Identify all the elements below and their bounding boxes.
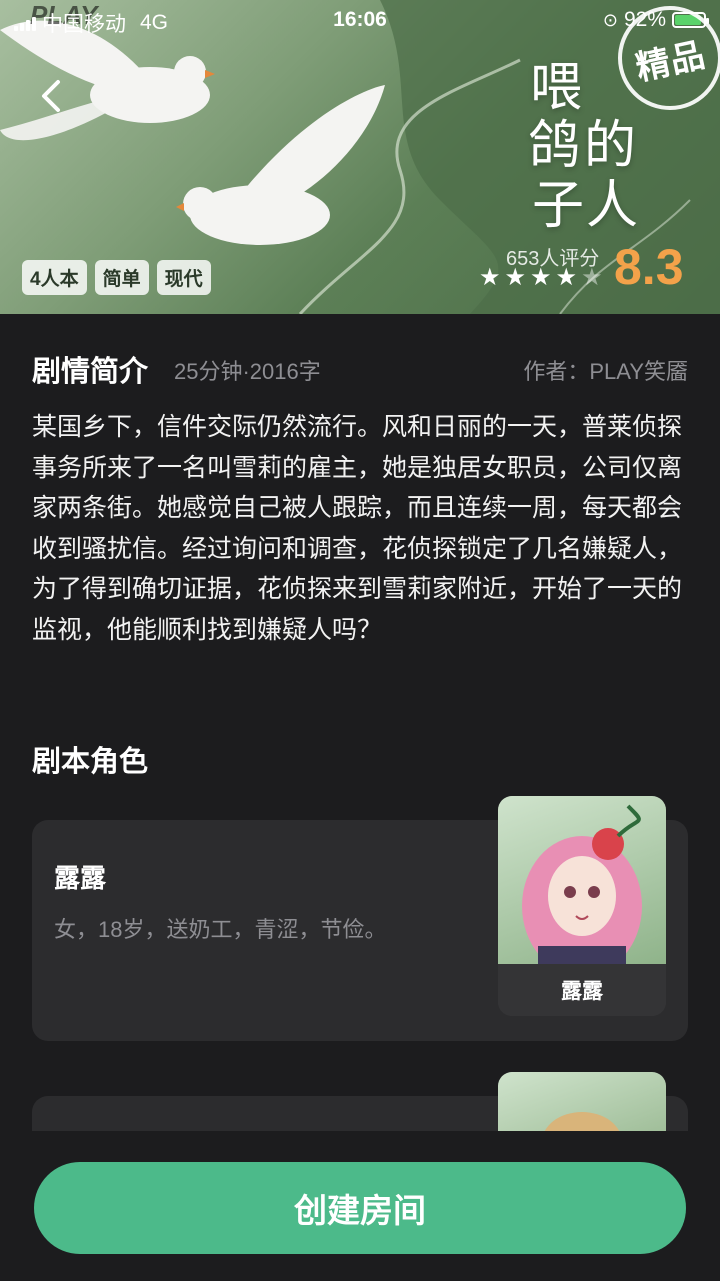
tag-difficulty: 简单	[94, 260, 149, 295]
tag-players: 4人本	[22, 260, 87, 295]
rating-score: 8.3	[614, 239, 684, 295]
star-icon: ★	[530, 264, 552, 291]
star-icon: ★	[504, 264, 527, 291]
script-title: 喂 鸽 的 子 人	[528, 62, 648, 252]
tag-genre: 现代	[156, 260, 211, 295]
title-char: 子	[532, 176, 585, 236]
roles-title: 剧本角色	[32, 746, 149, 778]
dove-right	[183, 85, 385, 245]
title-char: 鸽	[528, 116, 581, 176]
back-icon[interactable]	[38, 76, 64, 116]
hero-banner: PLAY 中国移动 4G 16:06 ⊙ 92% 精品 喂 鸽 的 子 人 65…	[0, 0, 720, 314]
title-char: 喂	[530, 58, 583, 118]
intro-header: 剧情简介 25分钟·2016字 作者：PLAY笑靥	[32, 348, 688, 388]
role-name: 露露	[54, 863, 107, 893]
author-label[interactable]: 作者：PLAY笑靥	[523, 354, 688, 386]
role-avatar	[498, 796, 666, 976]
title-char: 人	[586, 176, 639, 236]
role-portrait-label: 露露	[498, 964, 666, 1016]
title-char: 的	[584, 116, 637, 176]
rotation-lock-icon: ⊙	[602, 9, 618, 30]
role-description: 女，18岁，送奶工，青涩，节俭。	[54, 917, 387, 942]
status-bar: 中国移动 4G 16:06 ⊙ 92%	[0, 0, 720, 40]
star-icon: ★	[555, 264, 578, 291]
rating-stars: ★ ★ ★ ★ ★	[479, 266, 603, 290]
create-room-button[interactable]: 创建房间	[34, 1162, 686, 1254]
intro-title: 剧情简介	[32, 356, 149, 388]
synopsis-text: 某国乡下，信件交际仍然流行。风和日丽的一天，普莱侦探事务所来了一名叫雪莉的雇主，…	[32, 413, 683, 644]
character-illustration	[522, 804, 642, 976]
star-icon: ★	[479, 264, 501, 291]
star-icon: ★	[581, 264, 603, 291]
tag-list: 4人本 简单 现代	[22, 260, 211, 295]
intro-meta: 25分钟·2016字	[174, 359, 321, 384]
role-portrait[interactable]: 露露	[498, 796, 666, 1016]
